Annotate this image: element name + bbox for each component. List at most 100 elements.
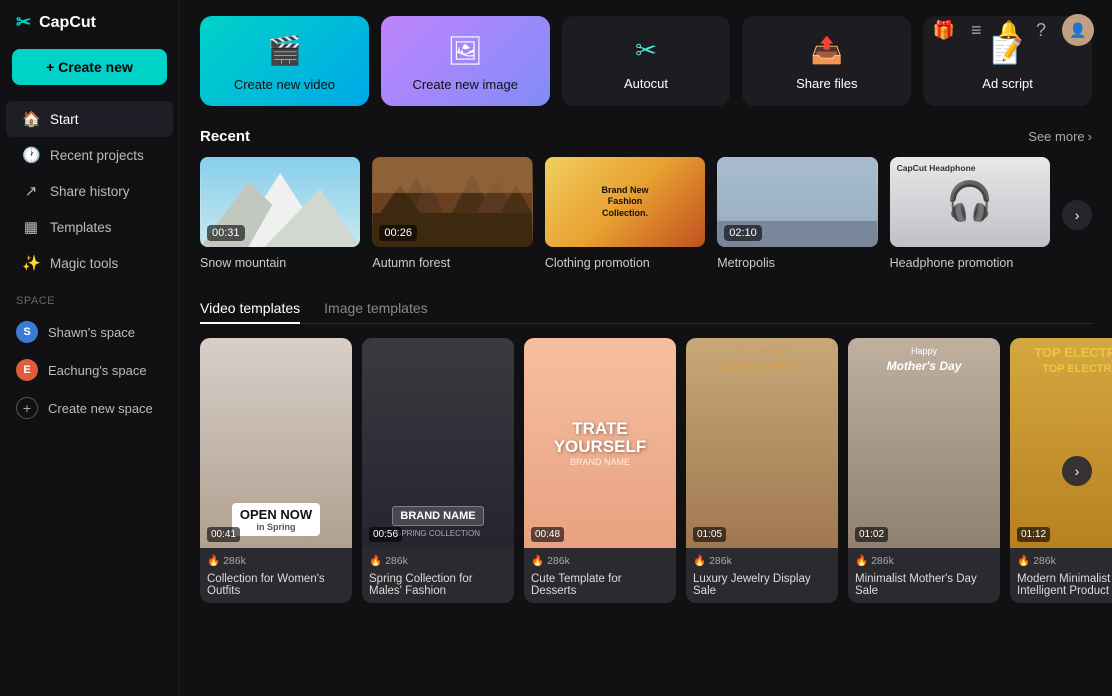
sidebar-item-start[interactable]: 🏠 Start	[6, 101, 173, 137]
templates-tabs: Video templates Image templates	[200, 294, 1092, 324]
template-time-jewelry: 01:05	[693, 527, 726, 542]
space-eachung-avatar: E	[16, 359, 38, 381]
templates-row: OPEN NOWin Spring 00:41 🔥 286k Collectio…	[200, 338, 1092, 603]
sidebar-item-share-history[interactable]: ↗ Share history	[6, 173, 173, 209]
happy-text: Happy	[911, 346, 937, 356]
recent-name-metro: Metropolis	[717, 256, 775, 270]
template-name-outfits: Collection for Women's Outfits	[200, 573, 352, 603]
space-shawn-label: Shawn's space	[48, 325, 135, 340]
sidebar-item-magic-tools[interactable]: ✨ Magic tools	[6, 245, 173, 281]
topbar: 🎁 ≡ 🔔 ? 👤	[915, 0, 1112, 60]
templates-section: OPEN NOWin Spring 00:41 🔥 286k Collectio…	[200, 338, 1092, 603]
template-desserts-thumb: TRATEYOURSELF BRAND NAME 00:48	[524, 338, 676, 548]
recent-name-headphone: Headphone promotion	[890, 256, 1014, 270]
create-new-space[interactable]: + Create new space	[0, 389, 179, 427]
space-label: SPACE	[0, 281, 179, 313]
tab-video-templates[interactable]: Video templates	[200, 294, 300, 324]
share-files-label: Share files	[796, 76, 857, 91]
top-electrics-text: TOP ELECTRICSTOP ELECTRICS	[1034, 346, 1112, 375]
share-icon: ↗	[22, 182, 40, 200]
create-image-card[interactable]: 🖼 Create new image	[381, 16, 550, 106]
template-spring[interactable]: BRAND NAME SPRING COLLECTION 00:56 🔥 286…	[362, 338, 514, 603]
template-footer-electrics: 🔥 286k	[1010, 548, 1112, 573]
create-new-button[interactable]: + Create new	[12, 49, 167, 85]
help-icon[interactable]: ?	[1036, 20, 1046, 41]
template-footer-mothers: 🔥 286k	[848, 548, 1000, 573]
template-likes-outfits: 🔥 286k	[207, 554, 246, 567]
recent-name-mountain: Snow mountain	[200, 256, 286, 270]
template-footer-spring: 🔥 286k	[362, 548, 514, 573]
sidebar-item-templates[interactable]: ▦ Templates	[6, 209, 173, 245]
logo: ✂ CapCut	[0, 12, 179, 49]
ad-script-label: Ad script	[982, 76, 1033, 91]
logo-icon: ✂	[16, 12, 31, 33]
template-outfits[interactable]: OPEN NOWin Spring 00:41 🔥 286k Collectio…	[200, 338, 352, 603]
create-image-label: Create new image	[412, 77, 518, 92]
template-likes-desserts: 🔥 286k	[531, 554, 570, 567]
tab-image-templates[interactable]: Image templates	[324, 294, 428, 324]
recent-thumb-metro: 02:10	[717, 157, 877, 247]
template-name-spring: Spring Collection for Males' Fashion	[362, 573, 514, 603]
gift-icon[interactable]: 🎁	[933, 20, 955, 41]
trate-yourself-text: TRATEYOURSELF	[554, 420, 647, 457]
user-avatar[interactable]: 👤	[1062, 14, 1094, 46]
clock-icon: 🕐	[22, 146, 40, 164]
template-time-desserts: 00:48	[531, 527, 564, 542]
open-now-text: OPEN NOWin Spring	[232, 503, 320, 536]
template-time-spring: 00:56	[369, 527, 402, 542]
template-likes-spring: 🔥 286k	[369, 554, 408, 567]
sidebar: ✂ CapCut + Create new 🏠 Start 🕐 Recent p…	[0, 0, 180, 696]
recent-item-forest[interactable]: 00:26 Autumn forest	[372, 157, 532, 272]
sidebar-item-start-label: Start	[50, 112, 79, 127]
recent-name-forest: Autumn forest	[372, 256, 450, 270]
sidebar-item-templates-label: Templates	[50, 220, 112, 235]
mothers-day-text: Mother's Day	[887, 359, 962, 373]
template-electrics-thumb: TOP ELECTRICSTOP ELECTRICS 01:12	[1010, 338, 1112, 548]
template-jewelry-thumb: New Collection Luxury Jewelry 01:05	[686, 338, 838, 548]
recent-item-clothing[interactable]: Brand NewFashionCollection. Clothing pro…	[545, 157, 705, 272]
share-files-card[interactable]: 📤 Share files	[742, 16, 911, 106]
sidebar-item-magic-label: Magic tools	[50, 256, 118, 271]
space-eachung[interactable]: E Eachung's space	[0, 351, 179, 389]
template-likes-jewelry: 🔥 286k	[693, 554, 732, 567]
home-icon: 🏠	[22, 110, 40, 128]
template-mothers[interactable]: Happy Mother's Day 01:02 🔥 286k Minimali…	[848, 338, 1000, 603]
new-collection-text: New Collection	[732, 346, 792, 356]
sidebar-item-recent[interactable]: 🕐 Recent projects	[6, 137, 173, 173]
template-name-jewelry: Luxury Jewelry Display Sale	[686, 573, 838, 603]
template-time-outfits: 00:41	[207, 527, 240, 542]
template-desserts[interactable]: TRATEYOURSELF BRAND NAME 00:48 🔥 286k Cu…	[524, 338, 676, 603]
recent-section-header: Recent See more ›	[200, 128, 1092, 145]
autocut-card[interactable]: ✂ Autocut	[562, 16, 731, 106]
recent-item-metro[interactable]: 02:10 Metropolis	[717, 157, 877, 272]
templates-next-button[interactable]: ›	[1062, 456, 1092, 486]
main-content: 🎁 ≡ 🔔 ? 👤 🎬 Create new video 🖼 Create ne…	[180, 0, 1112, 696]
template-likes-mothers: 🔥 286k	[855, 554, 894, 567]
template-time-electrics: 01:12	[1017, 527, 1050, 542]
space-shawn[interactable]: S Shawn's space	[0, 313, 179, 351]
recent-thumb-mountain: 00:31	[200, 157, 360, 247]
logo-text: CapCut	[39, 14, 96, 32]
template-jewelry[interactable]: New Collection Luxury Jewelry 01:05 🔥 28…	[686, 338, 838, 603]
template-electrics[interactable]: TOP ELECTRICSTOP ELECTRICS 01:12 🔥 286k …	[1010, 338, 1112, 603]
autocut-icon: ✂	[635, 35, 657, 66]
brand-name-text: BRAND NAME	[392, 506, 483, 526]
recent-item-headphone[interactable]: 🎧 CapCut Headphone Headphone promotion	[890, 157, 1050, 272]
menu-icon[interactable]: ≡	[971, 20, 982, 41]
recent-next-button[interactable]: ›	[1062, 200, 1092, 230]
template-footer-outfits: 🔥 286k	[200, 548, 352, 573]
luxury-title-text: Luxury Jewelry	[718, 358, 805, 372]
template-name-electrics: Modern Minimalist Intelligent Product Pr…	[1010, 573, 1112, 603]
recent-item-mountain[interactable]: 00:31 Snow mountain	[200, 157, 360, 272]
recent-thumb-clothing: Brand NewFashionCollection.	[545, 157, 705, 247]
create-video-label: Create new video	[234, 77, 335, 92]
template-likes-electrics: 🔥 286k	[1017, 554, 1056, 567]
recent-thumb-forest: 00:26	[372, 157, 532, 247]
bell-icon[interactable]: 🔔	[998, 20, 1020, 41]
template-mothers-thumb: Happy Mother's Day 01:02	[848, 338, 1000, 548]
create-video-card[interactable]: 🎬 Create new video	[200, 16, 369, 106]
sidebar-item-share-label: Share history	[50, 184, 130, 199]
see-more-button[interactable]: See more ›	[1028, 129, 1092, 144]
create-space-label: Create new space	[48, 401, 153, 416]
template-footer-desserts: 🔥 286k	[524, 548, 676, 573]
